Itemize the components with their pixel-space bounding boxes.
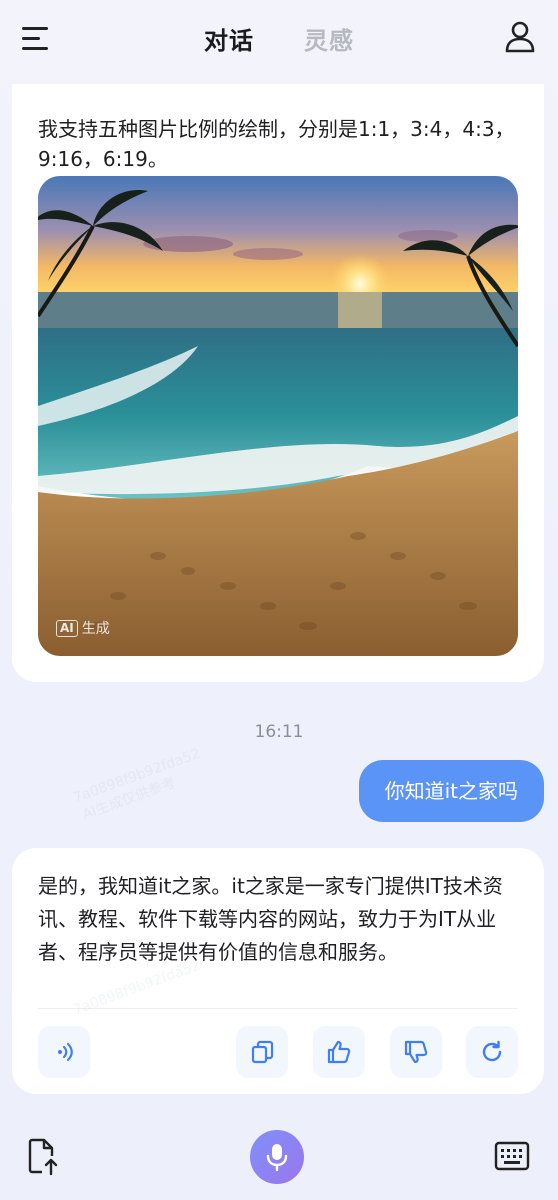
bottom-input-bar: [0, 1120, 558, 1200]
chat-screen: 对话 灵感 我支持五种图片比例的绘制，分别是1:1，3:4，4:3，9:16，6…: [0, 0, 558, 1200]
assistant-message-text: 我支持五种图片比例的绘制，分别是1:1，3:4，4:3，9:16，6:19。: [38, 117, 515, 171]
generated-image[interactable]: AI 生成: [38, 176, 518, 656]
tab-bar: 对话 灵感: [204, 21, 354, 56]
top-bar: 对话 灵感: [0, 0, 558, 80]
ai-generated-badge: AI 生成: [56, 618, 110, 638]
keyboard-icon[interactable]: [494, 1140, 530, 1172]
assistant-reply-text: 是的，我知道it之家。it之家是一家专门提供IT技术资讯、教程、软件下载等内容的…: [38, 874, 503, 964]
upload-file-icon[interactable]: [28, 1138, 60, 1176]
microphone-icon[interactable]: [250, 1130, 304, 1184]
message-timestamp: 16:11: [254, 722, 304, 742]
tab-chat[interactable]: 对话: [204, 21, 254, 56]
user-message-bubble[interactable]: 你知道it之家吗: [358, 760, 544, 822]
watermark: 7a0898f9b92fda52: [71, 745, 203, 807]
tab-inspiration[interactable]: 灵感: [304, 21, 354, 56]
thumbs-up-icon[interactable]: [313, 1026, 365, 1078]
profile-icon[interactable]: [504, 20, 536, 54]
assistant-reply-card: 是的，我知道it之家。it之家是一家专门提供IT技术资讯、教程、软件下载等内容的…: [12, 848, 544, 1094]
refresh-icon[interactable]: [466, 1026, 518, 1078]
copy-icon[interactable]: [236, 1026, 288, 1078]
thumbs-down-icon[interactable]: [390, 1026, 442, 1078]
speaker-icon[interactable]: [38, 1026, 90, 1078]
assistant-message-card: 我支持五种图片比例的绘制，分别是1:1，3:4，4:3，9:16，6:19。 A…: [12, 84, 544, 682]
divider: [38, 1008, 518, 1009]
menu-icon[interactable]: [22, 26, 50, 50]
ai-badge-label: 生成: [81, 621, 110, 637]
ai-badge-box: AI: [56, 619, 78, 637]
watermark-note: AI生成仅供参考: [80, 774, 178, 824]
